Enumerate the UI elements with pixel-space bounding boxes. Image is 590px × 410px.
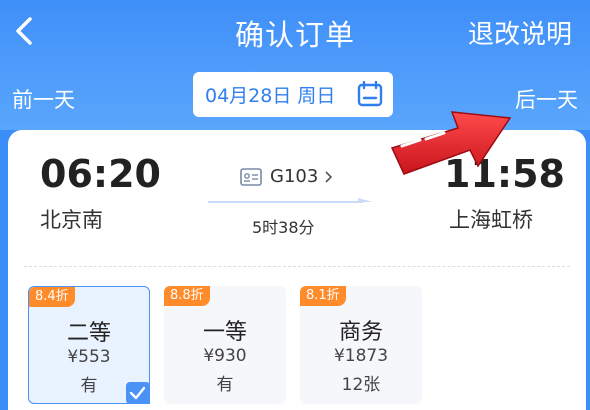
seat-class-name: 二等: [66, 321, 111, 346]
seat-availability: 有: [216, 375, 234, 395]
seat-price: ¥930: [203, 346, 247, 366]
seat-price: ¥553: [67, 347, 111, 367]
calendar-icon: [357, 81, 383, 107]
dashed-divider: [24, 266, 570, 267]
train-number-link[interactable]: G103: [240, 166, 334, 187]
seat-price: ¥1873: [333, 346, 389, 366]
header-bar: 确认订单 退改说明 前一天 04月28日 周日 后一天: [0, 0, 590, 130]
next-day-button[interactable]: 后一天: [515, 84, 578, 114]
seat-option-business-class[interactable]: 8.1折 商务 ¥1873 12张: [300, 286, 422, 404]
departure-time: 06:20: [40, 152, 161, 196]
discount-badge: 8.4折: [29, 287, 75, 307]
seat-option-first-class[interactable]: 8.8折 一等 ¥930 有: [164, 286, 286, 404]
date-selector[interactable]: 04月28日 周日: [193, 72, 393, 117]
seat-availability: 12张: [341, 375, 381, 395]
ticket-icon: [240, 167, 262, 186]
chevron-right-icon: [325, 170, 333, 183]
train-number: G103: [270, 166, 319, 187]
arrival-time: 11:58: [444, 152, 565, 196]
seat-class-name: 一等: [202, 320, 247, 345]
discount-badge: 8.1折: [300, 286, 346, 306]
discount-badge: 8.8折: [164, 286, 210, 306]
travel-duration: 5时38分: [252, 218, 315, 237]
departure-station: 北京南: [40, 208, 103, 232]
prev-day-button[interactable]: 前一天: [12, 84, 75, 114]
seat-option-second-class[interactable]: 8.4折 二等 ¥553 有: [28, 286, 150, 404]
date-text: 04月28日 周日: [205, 85, 336, 107]
checkmark-icon: [122, 380, 150, 404]
refund-policy-link[interactable]: 退改说明: [468, 14, 572, 51]
train-info-card: 06:20 北京南 G103 5时38分 11:58 上海虹桥 8.4折 二等 …: [8, 130, 586, 410]
route-line: [208, 198, 373, 203]
arrival-station: 上海虹桥: [449, 208, 533, 232]
seat-class-name: 商务: [338, 320, 383, 345]
